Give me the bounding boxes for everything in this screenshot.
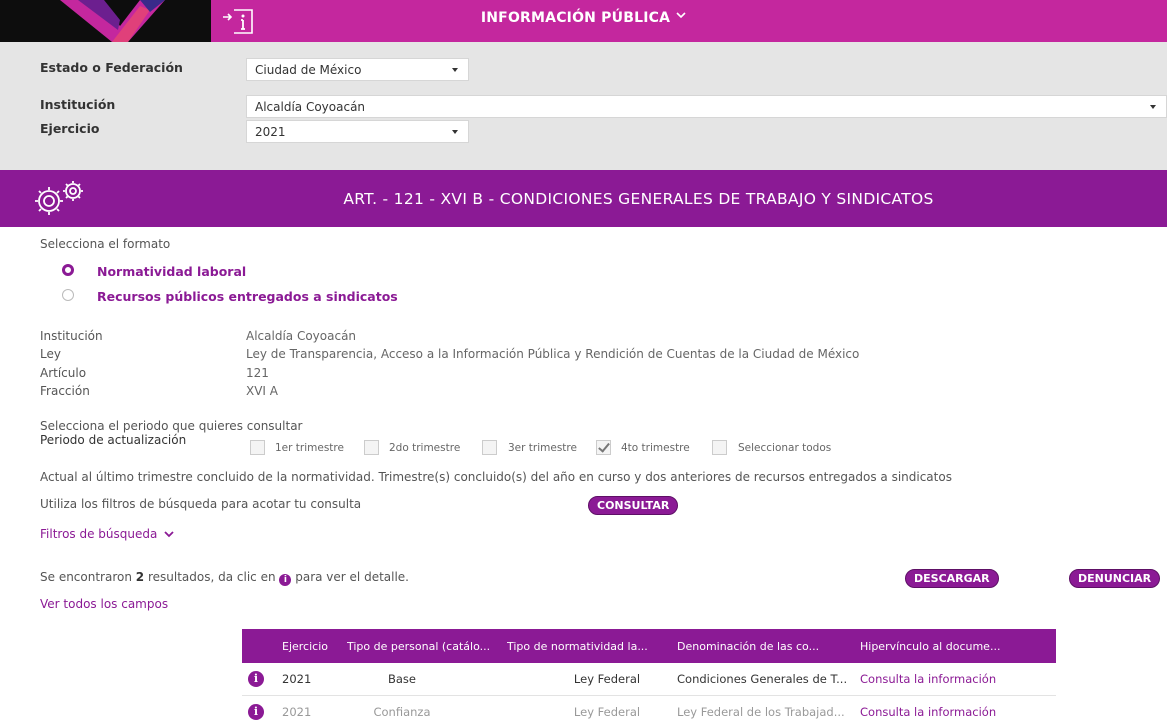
checkbox-label-seleccionar-todos[interactable]: Seleccionar todos [738,442,831,454]
descargar-button[interactable]: DESCARGAR [905,569,999,588]
ejercicio-label: Ejercicio [40,121,100,136]
meta-value-fraccion: XVI A [246,384,278,398]
table-cell: Ley Federal [573,672,641,686]
estado-select[interactable]: Ciudad de México [246,58,469,81]
chevron-down-icon [676,12,686,19]
consulta-informacion-link[interactable]: Consulta la información [860,672,1056,686]
section-header: ART. - 121 - XVI B - CONDICIONES GENERAL… [0,170,1167,227]
section-title: ART. - 121 - XVI B - CONDICIONES GENERAL… [343,189,934,208]
checkbox-label-3er-trimestre[interactable]: 3er trimestre [508,442,577,454]
row-info-cell: i [242,671,282,687]
meta-value-articulo: 121 [246,366,269,380]
column-header[interactable]: Tipo de normatividad la... [507,640,677,653]
table-row: i 2021 Base Ley Federal Condiciones Gene… [242,663,1056,696]
denunciar-button[interactable]: DENUNCIAR [1069,569,1161,588]
table-row: i 2021 Confianza Ley Federal Ley Federal… [242,696,1056,728]
caret-down-icon [452,68,458,72]
results-middle: resultados, da clic en [147,570,276,584]
column-header[interactable]: Tipo de personal (catálo... [347,640,507,653]
checkbox-label-2do-trimestre[interactable]: 2do trimestre [389,442,460,454]
results-table: Ejercicio Tipo de personal (catálo... Ti… [242,629,1056,728]
info-icon: i [279,574,292,586]
filtros-hint: Utiliza los filtros de búsqueda para aco… [40,497,362,511]
results-suffix: para ver el detalle. [295,570,409,584]
table-cell: Confianza [373,705,431,719]
table-cell: Condiciones Generales de T... [677,672,848,686]
estado-label: Estado o Federación [40,60,183,75]
checkbox-3er-trimestre[interactable] [482,440,497,455]
institucion-select-value: Alcaldía Coyoacán [255,100,366,114]
checkbox-2do-trimestre[interactable] [364,440,379,455]
meta-value-ley: Ley de Transparencia, Acceso a la Inform… [246,347,860,361]
meta-key-fraccion: Fracción [40,384,90,398]
filtros-busqueda-link[interactable]: Filtros de búsqueda [40,527,174,541]
checkbox-label-1er-trimestre[interactable]: 1er trimestre [275,442,344,454]
row-info-cell: i [242,704,282,720]
info-icon[interactable]: i [248,704,264,720]
institucion-select[interactable]: Alcaldía Coyoacán [246,95,1167,118]
results-prefix: Se encontraron [40,570,132,584]
results-summary: Se encontraron 2 resultados, da clic en … [40,570,409,586]
column-header[interactable]: Denominación de las co... [677,640,860,653]
radio-recursos-publicos[interactable] [62,289,74,301]
table-cell: Ley Federal de los Trabajad... [677,705,845,719]
checkbox-1er-trimestre[interactable] [250,440,265,455]
column-header[interactable]: Ejercicio [282,640,347,653]
table-header: Ejercicio Tipo de personal (catálo... Ti… [242,629,1056,663]
periodo-label: Periodo de actualización [40,433,187,447]
meta-key-institucion: Institución [40,329,103,343]
meta-key-ley: Ley [40,347,61,361]
table-cell: 2021 [282,672,312,686]
filtros-busqueda-label: Filtros de búsqueda [40,527,158,541]
institucion-label: Institución [40,97,116,112]
consultar-button[interactable]: CONSULTAR [588,496,679,515]
periodo-prompt: Selecciona el periodo que quieres consul… [40,419,303,433]
chevron-down-icon [164,531,174,538]
ver-todos-campos-link[interactable]: Ver todos los campos [40,597,168,611]
menu-title: INFORMACIÓN PÚBLICA [480,10,671,26]
radio-normatividad-laboral[interactable] [62,264,74,276]
checkbox-seleccionar-todos[interactable] [712,440,727,455]
filter-panel: Estado o Federación Ciudad de México Ins… [0,42,1167,170]
checkbox-4to-trimestre[interactable] [596,440,611,455]
results-count: 2 [135,570,145,584]
formato-label: Selecciona el formato [40,237,171,251]
caret-down-icon [1150,105,1156,109]
info-icon[interactable]: i [248,671,264,687]
informacion-publica-menu[interactable]: INFORMACIÓN PÚBLICA [0,0,1167,42]
table-cell: Base [387,672,416,686]
column-header[interactable]: Hipervínculo al docume... [860,640,1056,653]
top-bar: INFORMACIÓN PÚBLICA [0,0,1167,42]
checkbox-label-4to-trimestre[interactable]: 4to trimestre [621,442,690,454]
consulta-informacion-link[interactable]: Consulta la información [860,705,1056,719]
radio-label-normatividad-laboral[interactable]: Normatividad laboral [97,264,246,279]
meta-key-articulo: Artículo [40,366,87,380]
ejercicio-select-value: 2021 [255,125,286,139]
meta-value-institucion: Alcaldía Coyoacán [246,329,357,343]
table-cell: Ley Federal [573,705,641,719]
estado-select-value: Ciudad de México [255,63,362,77]
ejercicio-select[interactable]: 2021 [246,120,469,143]
radio-label-recursos-publicos[interactable]: Recursos públicos entregados a sindicato… [97,289,398,304]
table-cell: 2021 [282,705,312,719]
caret-down-icon [452,130,458,134]
actualizacion-note: Actual al último trimestre concluido de … [40,470,952,484]
